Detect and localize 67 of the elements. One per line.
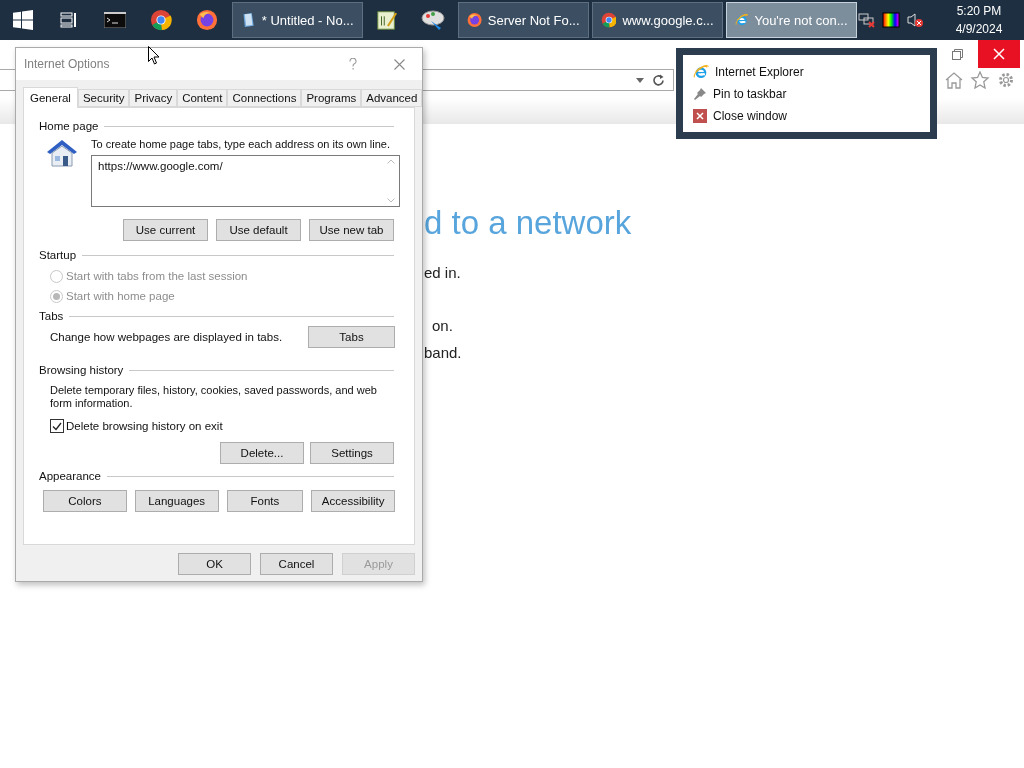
delete-on-exit-checkbox[interactable]: Delete browsing history on exit [50, 419, 394, 433]
house-icon [45, 138, 79, 168]
dialog-button[interactable]: Cancel [260, 553, 333, 575]
section-legend: Appearance [39, 470, 102, 482]
dialog-button[interactable]: Colors [43, 490, 127, 512]
clock-time: 5:20 PM [956, 3, 1002, 20]
clock-date: 4/9/2024 [955, 21, 1003, 38]
close-icon [393, 58, 405, 70]
chrome-icon [150, 9, 172, 31]
network-error-icon[interactable] [858, 12, 876, 28]
jump-list-item[interactable]: Pin to taskbar [693, 85, 930, 103]
dialog-button[interactable]: Languages [134, 490, 219, 512]
question-mark-icon [349, 58, 357, 70]
dialog-tab[interactable]: Content [177, 89, 228, 107]
dialog-button[interactable]: Accessibility [311, 490, 395, 512]
notepad-pencil-icon [376, 9, 398, 31]
windows-logo-icon [13, 10, 33, 30]
dialog-tab[interactable]: Connections [227, 89, 302, 107]
refresh-icon[interactable] [652, 73, 665, 87]
dialog-tab[interactable]: Advanced [361, 89, 423, 107]
dialog-button[interactable]: Settings [310, 442, 394, 464]
page-text: ed in. [424, 264, 462, 281]
tabs-description: Change how webpages are displayed in tabs. [49, 331, 283, 343]
section-legend: Browsing history [39, 364, 124, 376]
section-legend: Home page [39, 120, 99, 132]
taskbar-button[interactable]: Server Not Fo... [457, 2, 589, 38]
taskbar-button[interactable]: www.google.c... [591, 2, 723, 38]
dialog-button[interactable]: Use new tab [309, 219, 394, 241]
task-view-icon [60, 12, 78, 28]
color-spectrum-icon[interactable] [882, 12, 900, 28]
dialog-tab[interactable]: Privacy [129, 89, 178, 107]
firefox-icon [196, 9, 218, 31]
settings-icon[interactable] [996, 71, 1016, 89]
restore-icon [951, 48, 963, 60]
section-legend: Startup [39, 249, 77, 261]
volume-muted-icon[interactable] [906, 12, 924, 28]
history-description: Delete temporary files, history, cookies, saved passwords, and web form information. [50, 384, 378, 410]
paint-palette-icon [421, 9, 445, 31]
dialog-button[interactable]: OK [178, 553, 251, 575]
dialog-button[interactable]: Delete... [220, 442, 304, 464]
dialog-tab[interactable]: Programs [301, 89, 362, 107]
ie-icon [693, 64, 709, 80]
dialog-title: Internet Options [24, 57, 111, 71]
dialog-button[interactable]: Fonts [226, 490, 304, 512]
section-legend: Tabs [39, 310, 64, 322]
taskbar-button[interactable]: * Untitled - No... [231, 2, 363, 38]
dialog-tab[interactable]: Security [77, 89, 130, 107]
dialog-button[interactable]: Use current [123, 219, 208, 241]
pin-icon [693, 87, 707, 101]
page-heading: d to a network [424, 204, 633, 242]
dialog-button[interactable]: Use default [216, 219, 301, 241]
close-icon [693, 109, 707, 123]
dropdown-caret-icon[interactable] [636, 77, 644, 83]
dialog-tab[interactable]: General [23, 87, 78, 108]
checkmark-icon [52, 421, 62, 431]
close-icon [993, 48, 1005, 60]
dialog-button: Apply [342, 553, 415, 575]
dialog-button[interactable]: Tabs [308, 326, 395, 348]
home-icon[interactable] [944, 71, 964, 89]
terminal-icon [104, 12, 126, 28]
page-text: on. [431, 317, 454, 334]
clock[interactable]: 5:20 PM 4/9/2024 [944, 2, 1014, 38]
page-text: band. [424, 344, 463, 361]
jump-list-item[interactable]: Close window [693, 107, 930, 125]
star-icon[interactable] [970, 71, 990, 89]
home-page-hint: To create home page tabs, type each address on its own line. [91, 138, 391, 150]
jump-list-item[interactable]: Internet Explorer [693, 63, 930, 81]
